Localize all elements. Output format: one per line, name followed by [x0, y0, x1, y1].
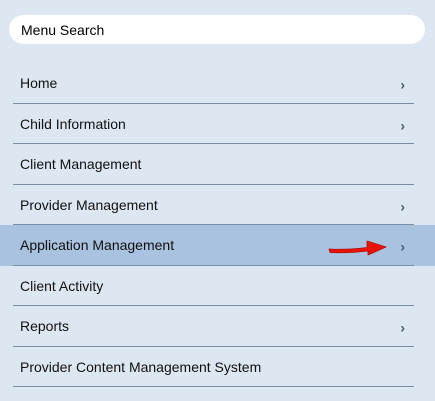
- menu-item-client-management[interactable]: Client Management: [0, 144, 435, 185]
- menu-item-provider-management[interactable]: Provider Management ›: [0, 185, 435, 225]
- chevron-right-icon: ›: [400, 76, 405, 93]
- chevron-right-icon: ›: [400, 238, 405, 255]
- navigation-panel: Home › Child Information › Client Manage…: [0, 0, 435, 401]
- menu-item-label: Child Information: [20, 115, 126, 132]
- menu-item-home[interactable]: Home ›: [0, 63, 435, 104]
- chevron-right-icon: ›: [400, 117, 405, 134]
- menu-item-label: Provider Management: [20, 196, 158, 213]
- menu-item-reports[interactable]: Reports ›: [0, 306, 435, 347]
- menu-item-application-management[interactable]: Application Management ›: [0, 225, 435, 266]
- menu-search-input[interactable]: [21, 21, 425, 38]
- menu-item-label: Home: [20, 75, 58, 92]
- menu-item-label: Client Activity: [20, 277, 104, 294]
- navigation-menu: Home › Child Information › Client Manage…: [0, 63, 435, 387]
- red-arrow-annotation-icon: [328, 240, 387, 256]
- menu-item-client-activity[interactable]: Client Activity: [0, 266, 435, 306]
- menu-item-label: Provider Content Management System: [20, 358, 262, 375]
- menu-item-child-information[interactable]: Child Information ›: [0, 104, 435, 144]
- menu-search-box[interactable]: [9, 15, 425, 44]
- menu-item-label: Reports: [20, 318, 70, 335]
- menu-item-label: Client Management: [20, 156, 142, 173]
- chevron-right-icon: ›: [400, 319, 405, 336]
- menu-item-provider-content-management-system[interactable]: Provider Content Management System: [0, 347, 435, 387]
- menu-item-label: Application Management: [20, 237, 175, 254]
- chevron-right-icon: ›: [400, 198, 405, 215]
- menu-divider: [13, 386, 414, 387]
